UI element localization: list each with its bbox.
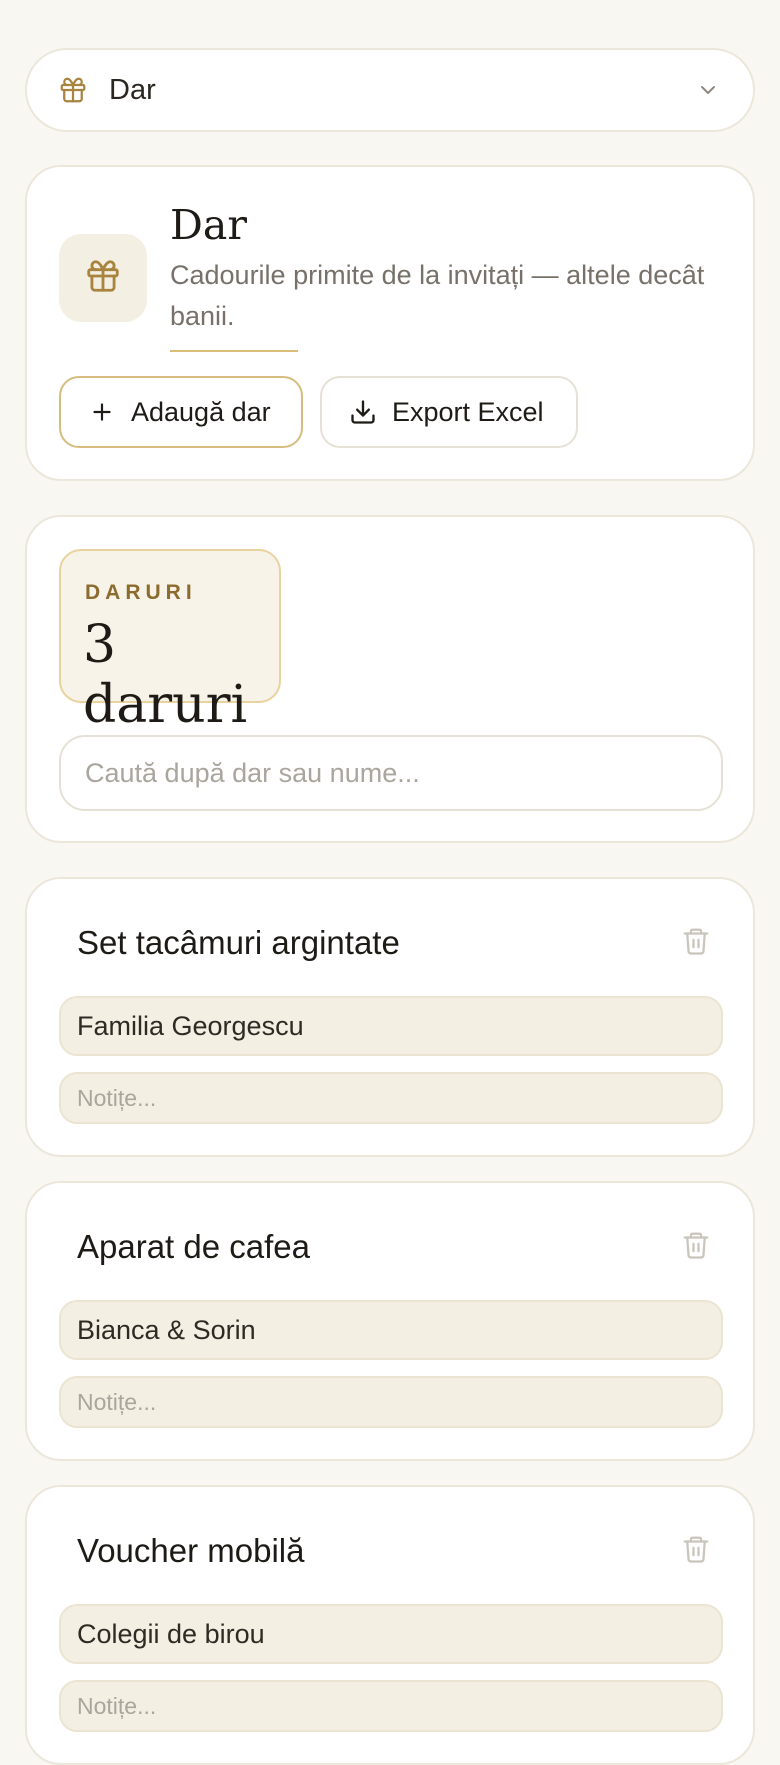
- gift-card: Aparat de cafea: [25, 1181, 755, 1461]
- add-gift-button[interactable]: Adaugă dar: [59, 376, 303, 448]
- section-select-label: Dar: [109, 73, 156, 106]
- trash-icon[interactable]: [679, 1226, 713, 1264]
- export-excel-button[interactable]: Export Excel: [320, 376, 578, 448]
- section-select[interactable]: Dar: [25, 48, 755, 132]
- gift-title: Voucher mobilă: [77, 1532, 305, 1569]
- giver-field[interactable]: [59, 1300, 723, 1360]
- page-subtitle: Cadourile primite de la invitați — altel…: [170, 260, 705, 331]
- search-input[interactable]: [59, 735, 723, 811]
- gift-title: Aparat de cafea: [77, 1228, 310, 1265]
- gift-card: Set tacâmuri argintate: [25, 877, 755, 1157]
- notes-field[interactable]: [59, 1376, 723, 1428]
- gift-badge: [59, 234, 147, 322]
- giver-field[interactable]: [59, 996, 723, 1056]
- gift-count-value: 3 daruri: [83, 615, 248, 735]
- title-underline: [170, 350, 298, 352]
- stats-card: DARURI 3 daruri: [25, 515, 755, 843]
- gift-icon: [84, 257, 122, 300]
- page-title: Dar: [170, 201, 247, 249]
- chevron-down-icon: [693, 75, 723, 105]
- export-excel-label: Export Excel: [392, 396, 544, 427]
- add-gift-label: Adaugă dar: [131, 396, 271, 427]
- gift-count-box: DARURI 3 daruri: [59, 549, 281, 735]
- gift-title: Set tacâmuri argintate: [77, 924, 400, 961]
- section-header-card: Dar Cadourile primite de la invitați — a…: [25, 165, 755, 481]
- notes-field[interactable]: [59, 1072, 723, 1124]
- download-icon: [348, 397, 378, 427]
- trash-icon[interactable]: [679, 1530, 713, 1568]
- gift-icon: [57, 74, 89, 106]
- trash-icon[interactable]: [679, 922, 713, 960]
- gift-count-caption: DARURI: [85, 581, 197, 604]
- gift-card: Voucher mobilă: [25, 1485, 755, 1765]
- giver-field[interactable]: [59, 1604, 723, 1664]
- plus-icon: [87, 397, 117, 427]
